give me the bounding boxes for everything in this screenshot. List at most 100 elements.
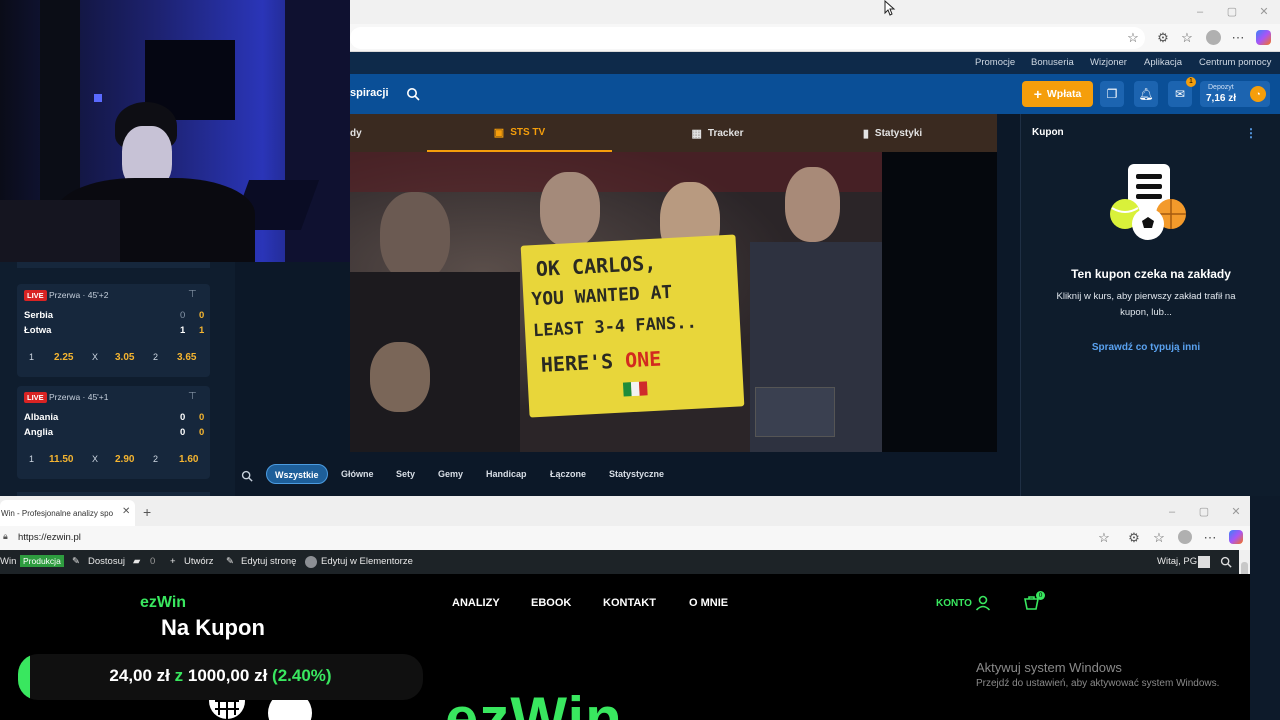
star-icon[interactable]: ☆ (1095, 529, 1113, 547)
copilot-icon[interactable] (1256, 30, 1271, 45)
copilot-icon[interactable] (1229, 530, 1243, 544)
live-badge: LIVE (24, 290, 47, 301)
profile-avatar[interactable] (1178, 530, 1192, 544)
tab-tracker-label: Tracker (707, 127, 744, 139)
odd-value-x[interactable]: 3.05 (115, 352, 134, 363)
topnav-centrum-pomocy[interactable]: Centrum pomocy (1199, 57, 1271, 68)
address-input[interactable]: https://ezwin.pl (18, 532, 81, 543)
windows-activation-text: Przejdź do ustawień, aby aktywować syste… (976, 678, 1220, 689)
wordpress-admin-bar: Win Produkcja ✎ Dostosuj ▰ 0 + Utwórz ✎ … (0, 550, 1250, 574)
filter-statystyczne[interactable]: Statystyczne (601, 464, 672, 484)
topnav-aplikacja[interactable]: Aplikacja (1144, 57, 1182, 68)
wp-edit-page[interactable]: Edytuj stronę (241, 556, 296, 567)
minimize-button[interactable]: – (1162, 504, 1182, 520)
maximize-button[interactable]: ▢ (1222, 4, 1242, 20)
live-badge: LIVE (24, 392, 47, 403)
profile-avatar[interactable] (1206, 30, 1221, 45)
comments-icon[interactable]: ▰ (133, 556, 140, 567)
filter-laczone[interactable]: Łączone (542, 464, 594, 484)
goal-progress-bar: 24,00 zł z 1000,00 zł (2.40%) (18, 654, 423, 700)
balance-display[interactable]: Depozyt 7,16 zł ◔ (1200, 81, 1270, 107)
tracker-icon: ▦ (691, 127, 702, 140)
goal-progress-text: 24,00 zł z 1000,00 zł (2.40%) (18, 666, 423, 686)
wp-greeting[interactable]: Witaj, PG (1157, 556, 1197, 567)
match-status: Przerwa · 45'+2 (49, 290, 109, 300)
topnav-bonuseria[interactable]: Bonuseria (1031, 57, 1074, 68)
match-card[interactable]: LIVE Przerwa · 45'+1 ⊤ Albania Anglia 0 … (17, 386, 210, 479)
coupon-title: Kupon (1032, 127, 1064, 138)
nav-kontakt[interactable]: KONTAKT (603, 597, 656, 609)
close-tab-icon[interactable]: ✕ (122, 506, 130, 517)
wp-edit-elementor[interactable]: Edytuj w Elementorze (321, 556, 413, 567)
nav-ebook[interactable]: EBOOK (531, 597, 571, 609)
odd-value-1[interactable]: 2.25 (54, 352, 73, 363)
filter-wszystkie[interactable]: Wszystkie (266, 464, 328, 484)
browser-tab-title: Win - Profesjonalne analizy spo (1, 509, 114, 518)
wp-new[interactable]: Utwórz (184, 556, 214, 567)
bell-icon[interactable]: 🔔︎ (1134, 81, 1158, 107)
close-button[interactable]: ✕ (1226, 504, 1246, 520)
odd-value-x[interactable]: 2.90 (115, 454, 134, 465)
search-icon[interactable] (1220, 556, 1232, 568)
odd-value-2[interactable]: 1.60 (179, 454, 198, 465)
video-player[interactable]: OK CARLOS, YOU WANTED AT LEAST 3-4 FANS.… (350, 152, 882, 452)
tab-sts-tv[interactable]: ▣ STS TV (427, 114, 612, 152)
odd-label-x: X (92, 352, 99, 362)
tab-statystyki[interactable]: ▮ Statystyki (810, 114, 975, 152)
wp-customize[interactable]: Dostosuj (88, 556, 125, 567)
favorites-icon[interactable]: ☆ (1150, 529, 1168, 547)
tab-tracker[interactable]: ▦ Tracker (625, 114, 810, 152)
odd-label-2: 2 (153, 352, 159, 362)
filter-handicap[interactable]: Handicap (478, 464, 535, 484)
new-tab-icon[interactable]: + (143, 504, 151, 520)
filter-glowne[interactable]: Główne (333, 464, 382, 484)
plus-icon: + (170, 556, 176, 567)
topnav-promocje[interactable]: Promocje (975, 57, 1015, 68)
deposit-button-label: Wpłata (1046, 88, 1082, 100)
more-icon[interactable]: ⋯ (1229, 29, 1247, 47)
banner-line-1: OK CARLOS, (535, 250, 657, 281)
lock-icon[interactable]: 🔒︎ (3, 531, 8, 542)
coupon-menu-icon[interactable]: ⋮ (1245, 126, 1257, 140)
wp-site-name[interactable]: Win (0, 556, 16, 567)
nav-analizy[interactable]: ANALIZY (452, 597, 500, 609)
empty-coupon-text-1: Kliknij w kurs, aby pierwszy zakład traf… (1056, 291, 1236, 302)
browser-tab[interactable]: Win - Profesjonalne analizy spo ✕ (0, 500, 135, 526)
address-input[interactable] (350, 27, 1145, 49)
filter-sety[interactable]: Sety (388, 464, 423, 484)
search-icon[interactable] (406, 87, 420, 101)
user-avatar[interactable] (1198, 556, 1210, 568)
topnav-wizjoner[interactable]: Wizjoner (1090, 57, 1127, 68)
search-icon[interactable] (241, 470, 253, 482)
odd-value-1[interactable]: 11.50 (49, 454, 73, 465)
odd-label-1: 1 (29, 352, 35, 362)
banner-line-4: HERE'S ONE (540, 347, 662, 377)
close-button[interactable]: ✕ (1254, 4, 1274, 20)
banner-line-2: YOU WANTED AT (530, 281, 673, 311)
home-score-half: 0 (180, 310, 186, 321)
coupons-icon[interactable]: ❐ (1100, 81, 1124, 107)
minimize-button[interactable]: – (1190, 4, 1210, 20)
maximize-button[interactable]: ▢ (1194, 504, 1214, 520)
extensions-icon[interactable]: ⚙ (1154, 29, 1172, 47)
empty-coupon-title: Ten kupon czeka na zakłady (1071, 267, 1231, 281)
extensions-icon[interactable]: ⚙ (1125, 529, 1143, 547)
plus-icon: + (1033, 86, 1042, 102)
ezwin-logo[interactable]: ezWin (140, 594, 186, 612)
favorites-icon[interactable]: ☆ (1178, 29, 1196, 47)
pin-icon[interactable]: ⊤ (188, 391, 197, 402)
filter-gemy[interactable]: Gemy (430, 464, 471, 484)
account-link[interactable]: KONTO (936, 598, 972, 609)
deposit-button[interactable]: + Wpłata (1022, 81, 1093, 107)
header-nav-item[interactable]: spiracji (350, 87, 389, 99)
user-icon[interactable] (975, 595, 991, 611)
nav-o-mnie[interactable]: O MNIE (689, 597, 728, 609)
tab-kursy[interactable]: dy (350, 114, 425, 152)
home-team: Serbia (24, 310, 54, 321)
star-icon[interactable]: ☆ (1124, 29, 1142, 47)
more-icon[interactable]: ⋯ (1201, 529, 1219, 547)
match-card[interactable]: LIVE Przerwa · 45'+2 ⊤ Serbia Łotwa 0 0 … (17, 284, 210, 377)
check-others-link[interactable]: Sprawdź co typują inni (1021, 342, 1271, 353)
odd-value-2[interactable]: 3.65 (177, 352, 196, 363)
pin-icon[interactable]: ⊤ (188, 289, 197, 300)
